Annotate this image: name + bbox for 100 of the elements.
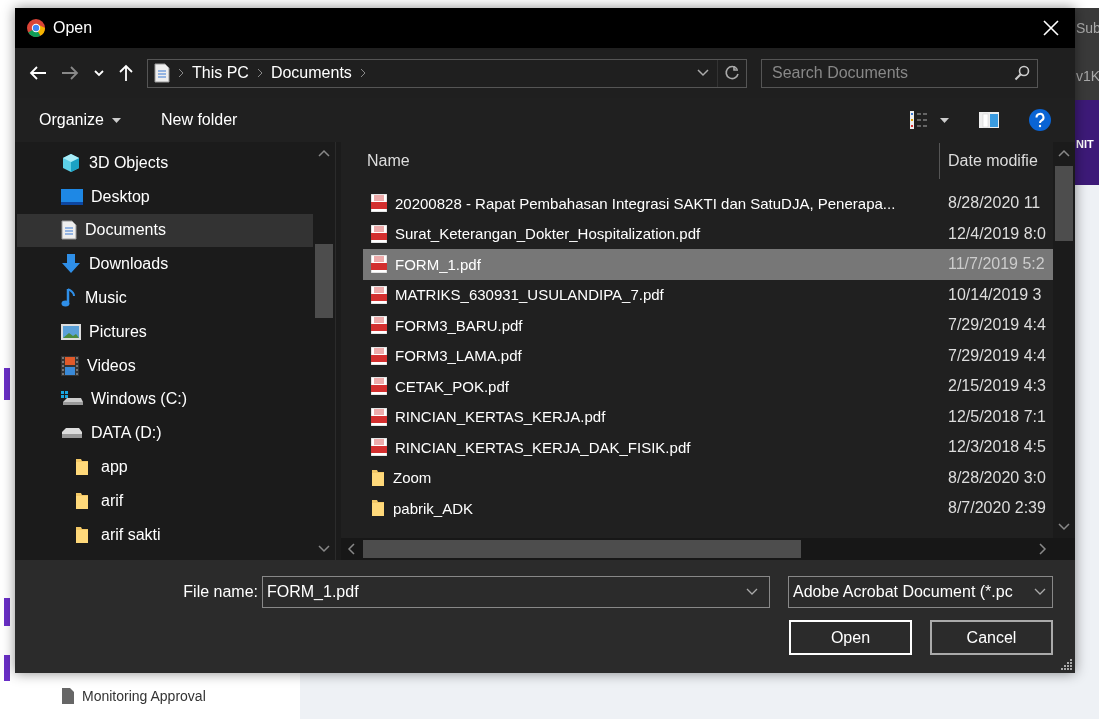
breadcrumb[interactable]: Documents [270, 64, 352, 82]
drive-icon [61, 427, 83, 440]
cancel-button[interactable]: Cancel [930, 620, 1053, 655]
search-field[interactable]: Search Documents [761, 58, 1038, 88]
new-folder-button[interactable]: New folder [160, 111, 238, 129]
chevron-down-icon[interactable] [318, 545, 330, 553]
file-row[interactable]: Surat_Keterangan_Dokter_Hospitalization.pdf 12/4/2019 8:0 [363, 218, 1053, 249]
refresh-icon[interactable] [724, 65, 740, 81]
file-name: RINCIAN_KERTAS_KERJA.pdf [395, 408, 606, 426]
picture-icon [61, 323, 81, 340]
file-name: Zoom [393, 469, 432, 487]
nav-item[interactable]: Music [17, 281, 313, 315]
folder-icon [371, 499, 385, 518]
file-row[interactable]: CETAK_POK.pdf 2/15/2019 4:3 [363, 371, 1053, 402]
file-type-dropdown[interactable]: Adobe Acrobat Document (*.pc [788, 576, 1053, 608]
file-name: FORM3_BARU.pdf [395, 316, 523, 334]
file-date: 7/29/2019 4:4 [947, 346, 1047, 365]
nav-item[interactable]: Desktop [17, 179, 313, 214]
file-date: 8/7/2020 2:39 [947, 499, 1047, 518]
pdf-file-icon [371, 407, 387, 426]
file-name: 20200828 - Rapat Pembahasan Integrasi SAKTI dan SatuDJA, Penerapa... [395, 194, 896, 212]
document-icon [154, 63, 170, 83]
help-button[interactable] [1029, 109, 1051, 131]
folder-icon [75, 458, 89, 477]
file-name: FORM_1.pdf [395, 255, 481, 273]
organize-menu[interactable]: Organize [39, 111, 121, 129]
caret-icon [111, 117, 121, 123]
view-options-button[interactable] [910, 111, 949, 129]
folder-icon [75, 525, 89, 544]
scrollbar[interactable] [341, 538, 1075, 560]
caret-icon [940, 117, 949, 123]
forward-button[interactable] [61, 64, 79, 82]
chrome-logo-icon [27, 19, 45, 37]
pdf-file-icon [371, 316, 387, 335]
scrollbar-thumb[interactable] [315, 244, 333, 318]
nav-item[interactable]: Pictures [17, 315, 313, 349]
nav-item[interactable]: Downloads [17, 247, 313, 282]
music-note-icon [61, 288, 77, 309]
pdf-file-icon [371, 346, 387, 365]
nav-item[interactable]: app [17, 450, 313, 484]
nav-item[interactable]: arif sakti [17, 517, 313, 552]
breadcrumb[interactable]: This PC [192, 64, 249, 82]
file-date: 8/28/2020 3:0 [947, 468, 1047, 487]
file-row[interactable]: FORM3_BARU.pdf 7/29/2019 4:4 [363, 310, 1053, 341]
film-strip-icon [61, 355, 79, 376]
chevron-right-icon [178, 68, 184, 78]
chevron-up-icon[interactable] [1058, 149, 1070, 157]
nav-item[interactable]: DATA (D:) [17, 416, 313, 451]
nav-item[interactable]: arif [17, 483, 313, 518]
file-date: 12/3/2018 4:5 [947, 438, 1047, 457]
search-icon [1014, 65, 1030, 81]
file-row[interactable]: RINCIAN_KERTAS_KERJA_DAK_FISIK.pdf 12/3/2018 4:5 [363, 432, 1053, 463]
accent-bar [4, 368, 10, 400]
file-row[interactable]: RINCIAN_KERTAS_KERJA.pdf 12/5/2018 7:1 [363, 401, 1053, 432]
window-title: Open [53, 19, 94, 37]
field-label: File name: [183, 583, 258, 601]
file-date: 2/15/2019 4:3 [947, 377, 1047, 396]
pdf-file-icon [371, 285, 387, 304]
file-row[interactable]: 20200828 - Rapat Pembahasan Integrasi SAKTI dan SatuDJA, Penerapa... 8/28/2020 11 [363, 188, 1053, 219]
file-row[interactable]: Zoom 8/28/2020 3:0 [363, 462, 1053, 493]
resize-grip-icon[interactable] [1061, 659, 1073, 671]
up-button[interactable] [119, 64, 133, 82]
scrollbar-thumb[interactable] [363, 540, 801, 558]
file-row[interactable]: MATRIKS_630931_USULANDIPA_7.pdf 10/14/2019 3 [363, 279, 1053, 310]
file-date: 10/14/2019 3 [947, 285, 1043, 304]
nav-item[interactable]: Windows (C:) [17, 382, 313, 417]
file-row[interactable]: FORM3_LAMA.pdf 7/29/2019 4:4 [363, 340, 1053, 371]
preview-pane-button[interactable] [979, 112, 999, 128]
file-name: RINCIAN_KERTAS_KERJA_DAK_FISIK.pdf [395, 438, 691, 456]
file-row[interactable]: FORM_1.pdf 11/7/2019 5:2 [363, 249, 1053, 280]
file-row[interactable]: pabrik_ADK 8/7/2020 2:39 [363, 493, 1053, 524]
chevron-down-icon[interactable] [1058, 523, 1070, 531]
file-date: 11/7/2019 5:2 [947, 255, 1046, 274]
header-text: NIT [1076, 138, 1094, 150]
folder-icon [371, 468, 385, 487]
address-bar[interactable]: This PC Documents [147, 58, 747, 88]
pdf-file-icon [371, 377, 387, 396]
nav-item[interactable]: Videos [17, 348, 313, 383]
file-date: 8/28/2020 11 [947, 194, 1042, 213]
pdf-file-icon [371, 438, 387, 457]
pdf-file-icon [371, 224, 387, 243]
nav-item[interactable]: Documents [17, 213, 313, 248]
file-date: 12/5/2018 7:1 [947, 407, 1047, 426]
chevron-up-icon[interactable] [318, 149, 330, 157]
file-name: MATRIKS_630931_USULANDIPA_7.pdf [395, 286, 664, 304]
column-header[interactable]: Name [341, 152, 939, 170]
drive-icon [61, 391, 83, 408]
back-button[interactable] [29, 64, 47, 82]
folder-icon [75, 491, 89, 510]
document-icon [61, 220, 77, 241]
file-name-field[interactable]: FORM_1.pdf [262, 576, 770, 608]
scrollbar[interactable] [1053, 142, 1075, 538]
file-name: CETAK_POK.pdf [395, 377, 509, 395]
open-button[interactable]: Open [789, 620, 912, 655]
accent-bar [4, 655, 10, 681]
scrollbar-thumb[interactable] [1055, 166, 1073, 241]
nav-item[interactable]: 3D Objects [17, 146, 313, 180]
file-date: 7/29/2019 4:4 [947, 316, 1047, 335]
file-date: 12/4/2019 8:0 [947, 224, 1047, 243]
sidebar-link[interactable]: Monitoring Approval [82, 688, 206, 704]
